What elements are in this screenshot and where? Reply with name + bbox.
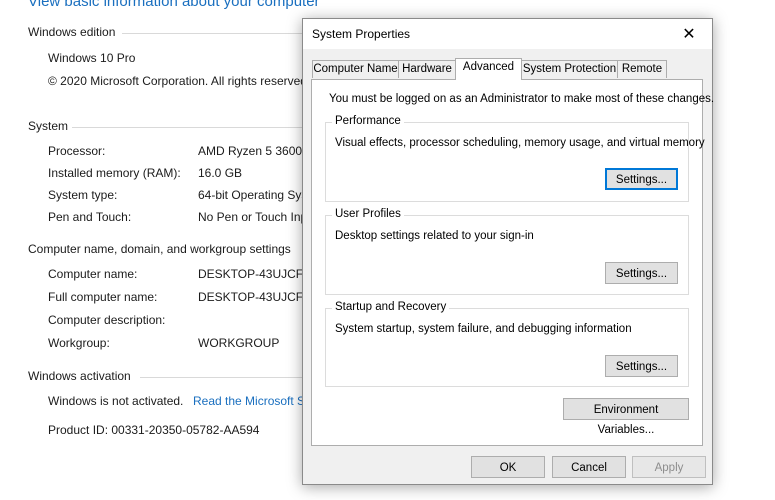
close-icon[interactable]: ✕ [666,19,712,49]
workgroup-label: Workgroup: [48,336,110,350]
memory-value: 16.0 GB [198,166,243,180]
activation-status: Windows is not activated. [48,394,184,408]
page-heading: View basic information about your comput… [28,0,320,10]
startup-recovery-group: Startup and Recovery System startup, sys… [325,301,689,387]
admin-note: You must be logged on as an Administrato… [329,93,715,105]
user-profiles-settings-button[interactable]: Settings... [605,262,678,284]
tab-advanced[interactable]: Advanced [455,58,522,80]
cancel-button[interactable]: Cancel [552,456,626,478]
startup-recovery-settings-button[interactable]: Settings... [605,355,678,377]
environment-variables-button[interactable]: Environment Variables... [563,398,689,436]
tab-hardware[interactable]: Hardware [398,60,456,78]
performance-label: Performance [332,115,404,127]
pen-touch-value: No Pen or Touch Inp [198,210,308,224]
system-type-label: System type: [48,188,118,202]
system-properties-dialog: System Properties ✕ Computer Name Hardwa… [302,18,714,485]
user-profiles-group: User Profiles Desktop settings related t… [325,208,689,295]
section-system: System [28,119,69,133]
ok-button[interactable]: OK [471,456,545,478]
tab-computer-name[interactable]: Computer Name [312,60,399,78]
processor-value: AMD Ryzen 5 3600 6 [198,144,313,158]
tab-remote[interactable]: Remote [617,60,667,78]
performance-settings-button[interactable]: Settings... [605,168,678,190]
workgroup-value: WORKGROUP [198,336,280,350]
computer-name-value: DESKTOP-43UJCFF [198,267,311,281]
memory-label: Installed memory (RAM): [48,166,181,180]
processor-label: Processor: [48,144,106,158]
dialog-title: System Properties [312,27,411,41]
section-windows-edition: Windows edition [28,25,116,39]
section-divider [140,377,302,378]
performance-description: Visual effects, processor scheduling, me… [335,137,705,149]
system-type-value: 64-bit Operating Sys [198,188,308,202]
copyright-text: © 2020 Microsoft Corporation. All rights… [48,74,311,88]
pen-touch-label: Pen and Touch: [48,210,132,224]
computer-description-label: Computer description: [48,313,166,327]
user-profiles-description: Desktop settings related to your sign-in [335,230,534,242]
section-divider [122,33,302,34]
startup-recovery-description: System startup, system failure, and debu… [335,323,632,335]
product-id: Product ID: 00331-20350-05782-AA594 [48,423,260,437]
section-divider [72,127,302,128]
activation-link[interactable]: Read the Microsoft S [193,394,305,408]
full-computer-name-label: Full computer name: [48,290,158,304]
startup-recovery-label: Startup and Recovery [332,301,450,313]
performance-group: Performance Visual effects, processor sc… [325,115,705,202]
advanced-tab-page: You must be logged on as an Administrato… [311,79,714,446]
apply-button[interactable]: Apply [632,456,706,478]
user-profiles-label: User Profiles [332,208,404,220]
full-computer-name-value: DESKTOP-43UJCFF [198,290,311,304]
computer-name-label: Computer name: [48,267,138,281]
section-computer-name: Computer name, domain, and workgroup set… [28,242,291,256]
section-windows-activation: Windows activation [28,369,131,383]
dialog-titlebar[interactable]: System Properties ✕ [303,19,712,49]
windows-edition-value: Windows 10 Pro [48,51,136,65]
tab-system-protection[interactable]: System Protection [521,60,618,78]
